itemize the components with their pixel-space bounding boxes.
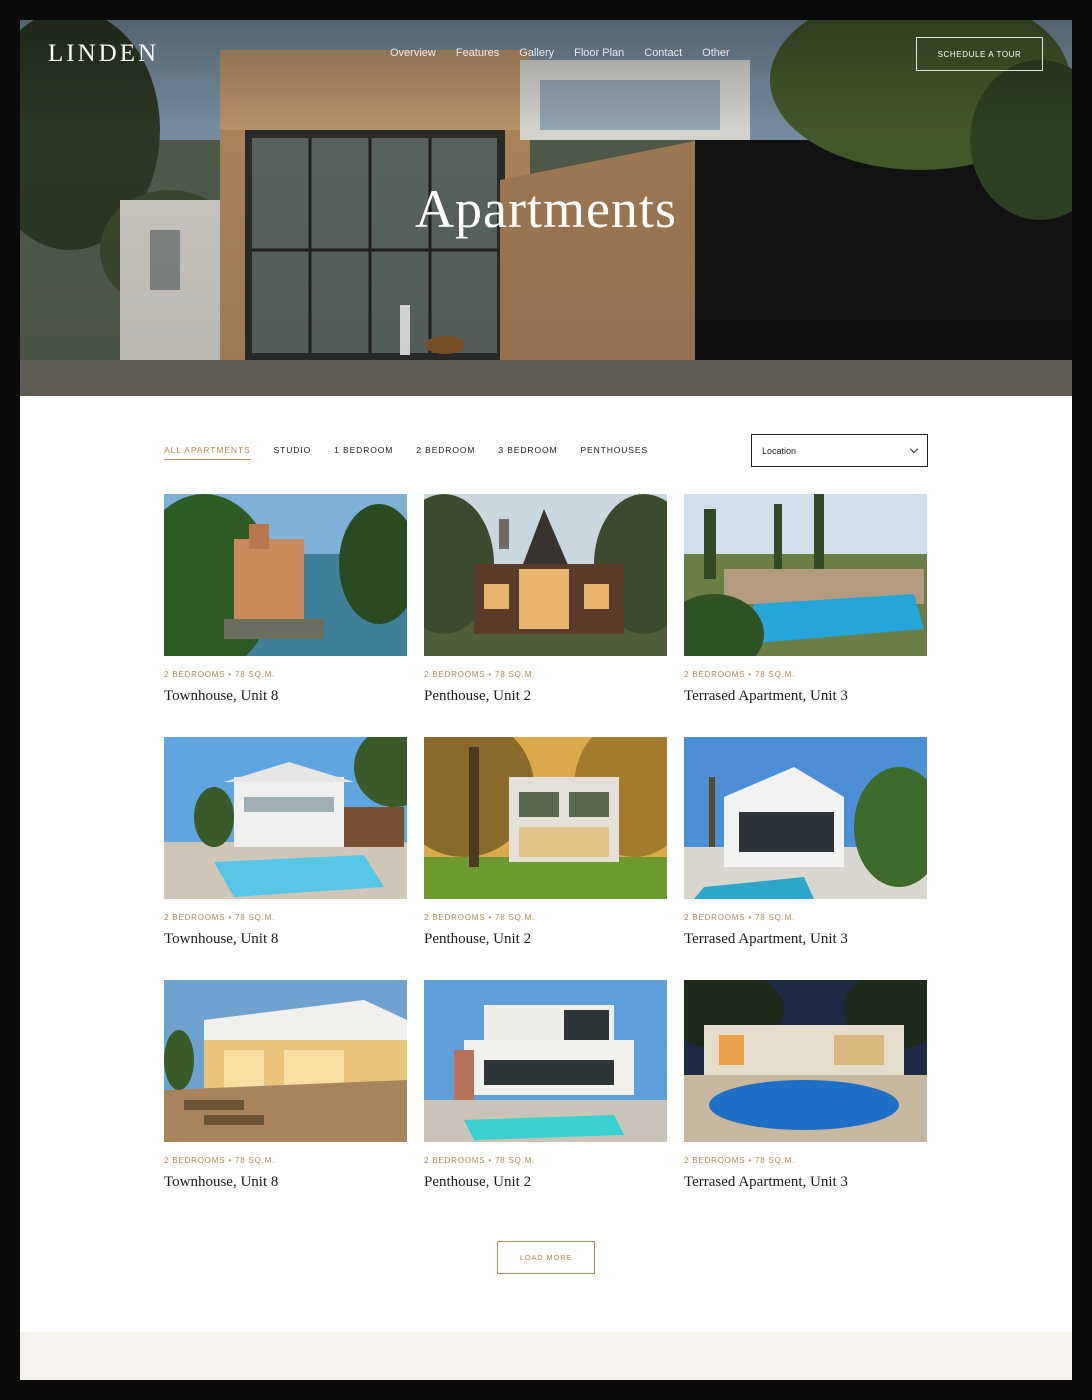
listing-photo[interactable] — [424, 737, 667, 899]
nav-gallery[interactable]: Gallery — [519, 47, 554, 59]
footer-band — [20, 1332, 1072, 1380]
listing-meta: 2 BEDROOMS • 78 SQ.M. — [424, 1156, 536, 1165]
listing-title[interactable]: Townhouse, Unit 8 — [164, 931, 407, 948]
nav-floor-plan[interactable]: Floor Plan — [574, 47, 624, 59]
listing-title[interactable]: Terrased Apartment, Unit 3 — [684, 1174, 927, 1191]
listing-card[interactable]: 2 BEDROOMS • 78 SQ.M. Townhouse, Unit 8 — [164, 494, 407, 705]
location-select[interactable]: Location — [751, 434, 928, 467]
listing-title[interactable]: Townhouse, Unit 8 — [164, 688, 407, 705]
location-select-value: Location — [762, 445, 797, 456]
listing-meta: 2 BEDROOMS • 78 SQ.M. — [424, 670, 536, 679]
listing-meta: 2 BEDROOMS • 78 SQ.M. — [164, 913, 276, 922]
listing-photo[interactable] — [164, 737, 407, 899]
listing-photo[interactable] — [684, 494, 927, 656]
nav-overview[interactable]: Overview — [390, 47, 436, 59]
apartment-filter-tabs: ALL APARTMENTS STUDIO 1 BEDROOM 2 BEDROO… — [164, 445, 648, 460]
listing-photo[interactable] — [164, 494, 407, 656]
tab-studio[interactable]: STUDIO — [274, 445, 312, 460]
listing-title[interactable]: Penthouse, Unit 2 — [424, 931, 667, 948]
listing-card[interactable]: 2 BEDROOMS • 78 SQ.M. Townhouse, Unit 8 — [164, 737, 407, 948]
listing-card[interactable]: 2 BEDROOMS • 78 SQ.M. Townhouse, Unit 8 — [164, 980, 407, 1191]
listing-card[interactable]: 2 BEDROOMS • 78 SQ.M. Terrased Apartment… — [684, 494, 927, 705]
listing-card[interactable]: 2 BEDROOMS • 78 SQ.M. Penthouse, Unit 2 — [424, 980, 667, 1191]
listing-title[interactable]: Townhouse, Unit 8 — [164, 1174, 407, 1191]
nav-contact[interactable]: Contact — [644, 47, 682, 59]
hero-banner: LINDEN Overview Features Gallery Floor P… — [20, 20, 1072, 396]
listing-title[interactable]: Penthouse, Unit 2 — [424, 1174, 667, 1191]
page-frame: LINDEN Overview Features Gallery Floor P… — [20, 20, 1072, 1380]
listing-meta: 2 BEDROOMS • 78 SQ.M. — [164, 1156, 276, 1165]
listing-meta: 2 BEDROOMS • 78 SQ.M. — [424, 913, 536, 922]
tab-penthouses[interactable]: PENTHOUSES — [580, 445, 648, 460]
tab-all-apartments[interactable]: ALL APARTMENTS — [164, 445, 251, 460]
listing-photo[interactable] — [684, 980, 927, 1142]
listing-card[interactable]: 2 BEDROOMS • 78 SQ.M. Penthouse, Unit 2 — [424, 737, 667, 948]
listing-title[interactable]: Terrased Apartment, Unit 3 — [684, 688, 927, 705]
tab-2-bedroom[interactable]: 2 BEDROOM — [416, 445, 475, 460]
listing-card[interactable]: 2 BEDROOMS • 78 SQ.M. Terrased Apartment… — [684, 737, 927, 948]
chevron-down-icon — [909, 444, 919, 453]
listing-card[interactable]: 2 BEDROOMS • 78 SQ.M. Penthouse, Unit 2 — [424, 494, 667, 705]
listing-title[interactable]: Terrased Apartment, Unit 3 — [684, 931, 927, 948]
listing-photo[interactable] — [164, 980, 407, 1142]
tab-3-bedroom[interactable]: 3 BEDROOM — [498, 445, 557, 460]
load-more-button[interactable]: LOAD MORE — [497, 1241, 595, 1274]
listing-photo[interactable] — [424, 494, 667, 656]
brand-logo[interactable]: LINDEN — [48, 40, 159, 68]
page-title: Apartments — [415, 179, 677, 239]
listing-photo[interactable] — [424, 980, 667, 1142]
schedule-tour-button[interactable]: SCHEDULE A TOUR — [916, 37, 1043, 71]
nav-features[interactable]: Features — [456, 47, 499, 59]
listing-meta: 2 BEDROOMS • 78 SQ.M. — [684, 670, 796, 679]
listing-photo[interactable] — [684, 737, 927, 899]
listing-meta: 2 BEDROOMS • 78 SQ.M. — [684, 913, 796, 922]
main-nav: Overview Features Gallery Floor Plan Con… — [390, 47, 730, 59]
tab-1-bedroom[interactable]: 1 BEDROOM — [334, 445, 393, 460]
listing-card[interactable]: 2 BEDROOMS • 78 SQ.M. Terrased Apartment… — [684, 980, 927, 1191]
listing-meta: 2 BEDROOMS • 78 SQ.M. — [684, 1156, 796, 1165]
listing-meta: 2 BEDROOMS • 78 SQ.M. — [164, 670, 276, 679]
listing-title[interactable]: Penthouse, Unit 2 — [424, 688, 667, 705]
nav-other[interactable]: Other — [702, 47, 730, 59]
